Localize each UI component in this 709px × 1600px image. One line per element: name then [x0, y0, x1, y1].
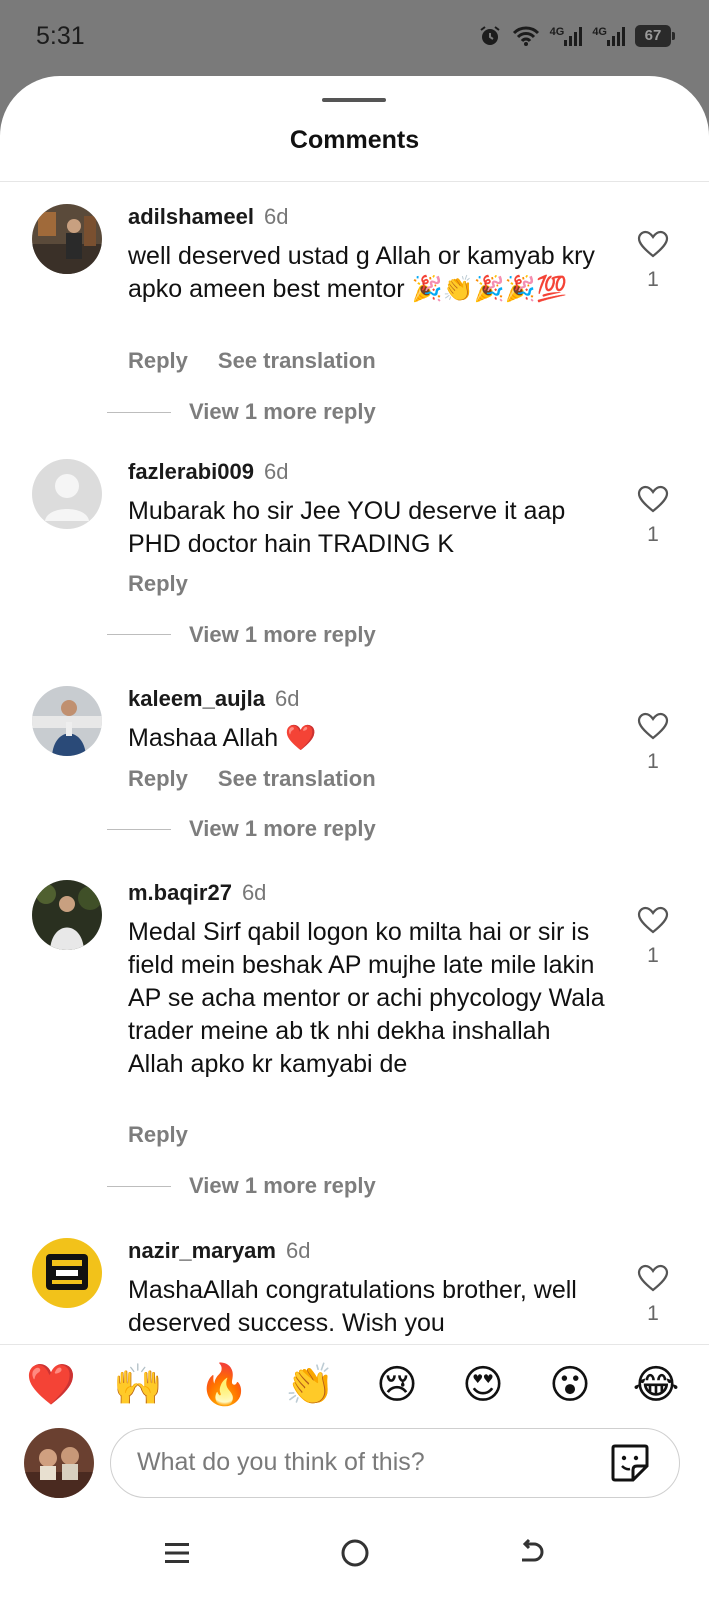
- reaction-surprised[interactable]: 😮: [540, 1355, 600, 1415]
- comment-text: MashaAllah congratulations brother, well…: [128, 1276, 577, 1337]
- comment-time: 6d: [263, 204, 289, 229]
- username-text[interactable]: nazir_maryam: [128, 1238, 276, 1263]
- view-more-replies[interactable]: View 1 more reply: [189, 622, 376, 648]
- back-button[interactable]: [507, 1528, 557, 1578]
- status-icons: 4G 4G 67: [478, 24, 675, 48]
- signal-bars-icon: [607, 27, 625, 46]
- wifi-icon: [512, 25, 540, 47]
- heart-outline-icon: [637, 230, 669, 258]
- comment-username[interactable]: kaleem_aujla 6d: [128, 686, 299, 712]
- comment-time: 6d: [274, 686, 300, 711]
- comment-username[interactable]: nazir_maryam 6d: [128, 1238, 310, 1264]
- own-avatar[interactable]: [24, 1428, 94, 1498]
- home-button[interactable]: [330, 1528, 380, 1578]
- username-text[interactable]: fazlerabi009: [128, 459, 254, 484]
- heart-outline-icon: [637, 712, 669, 740]
- view-more-replies[interactable]: View 1 more reply: [189, 816, 376, 842]
- like-button[interactable]: [636, 906, 670, 939]
- more-replies-line: [107, 829, 171, 830]
- comment-username[interactable]: m.baqir27 6d: [128, 880, 266, 906]
- reply-button[interactable]: Reply: [128, 766, 188, 791]
- avatar[interactable]: [32, 459, 102, 529]
- reaction-heart[interactable]: ❤️: [21, 1355, 81, 1415]
- signal-1: 4G: [550, 26, 583, 46]
- like-count: 1: [647, 750, 659, 773]
- reaction-fire[interactable]: 🔥: [194, 1355, 254, 1415]
- comment-box: [110, 1428, 680, 1498]
- sheet-title: Comments: [289, 126, 420, 154]
- view-more-replies[interactable]: View 1 more reply: [189, 399, 376, 425]
- comment-text: well deserved ustad g Allah or kamyab kr…: [128, 242, 595, 303]
- circle-home-icon: [341, 1539, 369, 1567]
- reaction-heart-eyes[interactable]: 😍: [453, 1355, 513, 1415]
- back-arrow-icon: [522, 1538, 544, 1562]
- see-translation-button[interactable]: See translation: [218, 348, 376, 373]
- like-button[interactable]: [636, 230, 670, 263]
- see-translation-button[interactable]: See translation: [218, 766, 376, 791]
- comment-username[interactable]: fazlerabi009 6d: [128, 459, 288, 485]
- status-bar: 5:31 4G 4G 67: [0, 0, 709, 76]
- sticker-button[interactable]: [609, 1442, 651, 1484]
- menu-lines-icon: [165, 1543, 189, 1563]
- reaction-crying[interactable]: 😢: [367, 1355, 427, 1415]
- view-more-replies[interactable]: View 1 more reply: [189, 1173, 376, 1199]
- comment-text: Mubarak ho sir Jee YOU deserve it aap PH…: [128, 497, 566, 558]
- comment-text: Mashaa Allah ❤️: [128, 724, 317, 752]
- signal-2: 4G: [592, 26, 625, 46]
- drag-handle[interactable]: [322, 98, 386, 102]
- comment-time: 6d: [241, 880, 267, 905]
- comment-username[interactable]: adilshameel 6d: [128, 204, 288, 230]
- like-count: 1: [647, 944, 659, 967]
- like-count: 1: [647, 1302, 659, 1325]
- network-type-2: 4G: [592, 26, 607, 38]
- system-nav-bar: [0, 1508, 709, 1600]
- comment-composer: [0, 1424, 709, 1508]
- heart-outline-icon: [637, 485, 669, 513]
- more-replies-line: [107, 1186, 171, 1187]
- reaction-laughing[interactable]: 😂: [626, 1355, 686, 1415]
- recents-button[interactable]: [152, 1528, 202, 1578]
- comment-actions: Reply See translation: [128, 766, 406, 792]
- avatar[interactable]: [32, 880, 102, 950]
- heart-outline-icon: [637, 1264, 669, 1292]
- battery-icon: 67: [635, 25, 675, 47]
- reply-button[interactable]: Reply: [128, 348, 188, 373]
- reaction-clap[interactable]: 👏: [280, 1355, 340, 1415]
- comment-actions: Reply: [128, 571, 218, 597]
- network-type-1: 4G: [549, 26, 565, 38]
- comment-input[interactable]: [137, 1429, 577, 1495]
- more-replies-line: [107, 634, 171, 635]
- comment-actions: Reply See translation: [128, 348, 406, 374]
- comments-list[interactable]: adilshameel 6d well deserved ustad g Alla…: [0, 182, 709, 1420]
- sticker-icon: [611, 1444, 649, 1482]
- quick-reactions-bar: ❤️ 🙌 🔥 👏 😢 😍 😮 😂: [0, 1344, 709, 1424]
- avatar[interactable]: [32, 686, 102, 756]
- heart-outline-icon: [637, 906, 669, 934]
- reaction-raised-hands[interactable]: 🙌: [108, 1355, 168, 1415]
- like-button[interactable]: [636, 1264, 670, 1297]
- comment-time: 6d: [285, 1238, 311, 1263]
- status-time: 5:31: [36, 22, 85, 50]
- comment-actions: Reply: [128, 1122, 218, 1148]
- reply-button[interactable]: Reply: [128, 1122, 188, 1147]
- comment-time: 6d: [263, 459, 289, 484]
- reply-button[interactable]: Reply: [128, 571, 188, 596]
- username-text[interactable]: adilshameel: [128, 204, 254, 229]
- avatar[interactable]: [32, 1238, 102, 1308]
- like-count: 1: [647, 268, 659, 291]
- signal-bars-icon: [564, 27, 583, 46]
- like-count: 1: [647, 523, 659, 546]
- alarm-icon: [478, 24, 502, 48]
- avatar[interactable]: [32, 204, 102, 274]
- like-button[interactable]: [636, 485, 670, 518]
- like-button[interactable]: [636, 712, 670, 745]
- more-replies-line: [107, 412, 171, 413]
- comment-text: Medal Sirf qabil logon ko milta hai or s…: [128, 918, 605, 1078]
- username-text[interactable]: m.baqir27: [128, 880, 232, 905]
- username-text[interactable]: kaleem_aujla: [128, 686, 265, 711]
